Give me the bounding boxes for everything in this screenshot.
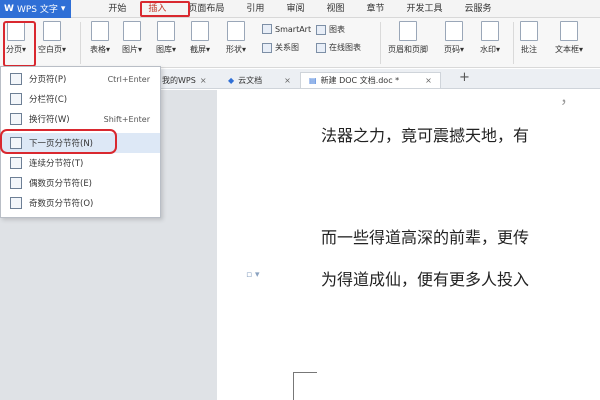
gallery-button[interactable]: 图库▾ [156, 21, 176, 55]
watermark-icon [481, 21, 499, 41]
insert-tab-highlight [140, 1, 190, 17]
screenshot-icon [191, 21, 209, 41]
paragraph-marker-icon[interactable]: ▫ ▾ [246, 270, 259, 280]
online-chart-button[interactable]: 在线图表 [316, 42, 361, 53]
even-page-section-break-icon [10, 177, 22, 189]
column-break-icon [10, 93, 22, 105]
menu-item-page-break[interactable]: 分页符(P) Ctrl+Enter [2, 69, 160, 89]
chevron-down-icon: ▾ [60, 3, 66, 14]
relation-chart-button[interactable]: 关系图 [262, 42, 299, 53]
doc-file-icon: ▤ [309, 76, 317, 85]
chart-icon [316, 24, 326, 35]
new-tab-button[interactable]: + [459, 70, 470, 85]
online-chart-icon [316, 42, 326, 53]
ribbon-toolbar: 分页▾ 空白页▾ 表格▾ 图片▾ 图库▾ 截屏▾ 形状▾ SmartArt 图表… [0, 18, 600, 68]
menu-item-even-page-section-break[interactable]: 偶数页分节符(E) [2, 173, 160, 193]
comment-button[interactable]: 批注 [520, 21, 538, 55]
ribbon-divider [380, 22, 381, 64]
tab-start[interactable]: 开始 [97, 0, 137, 18]
menu-item-line-break[interactable]: 换行符(W) Shift+Enter [2, 109, 160, 129]
document-line: 而一些得道高深的前辈，更传 [321, 228, 530, 247]
odd-page-section-break-icon [10, 197, 22, 209]
app-menu-button[interactable]: W WPS 文字 ▾ [0, 0, 72, 18]
page-number-button[interactable]: 页码▾ [444, 21, 464, 55]
gallery-icon [157, 21, 175, 41]
continuous-section-break-icon [10, 157, 22, 169]
tab-view[interactable]: 视图 [315, 0, 355, 18]
watermark-button[interactable]: 水印▾ [480, 21, 500, 55]
tab-sections[interactable]: 章节 [355, 0, 395, 18]
tab-cloud[interactable]: 云服务 [454, 0, 503, 18]
close-icon[interactable]: × [200, 76, 207, 85]
picture-icon [123, 21, 141, 41]
line-break-icon [10, 113, 22, 125]
textbox-icon [560, 21, 578, 41]
smartart-icon [262, 24, 272, 34]
shape-icon [227, 21, 245, 41]
table-icon [91, 21, 109, 41]
wps-logo-icon: W [4, 3, 14, 14]
screenshot-button[interactable]: 截屏▾ [190, 21, 210, 55]
menu-item-odd-page-section-break[interactable]: 奇数页分节符(O) [2, 193, 160, 213]
tab-review[interactable]: 审阅 [275, 0, 315, 18]
tab-cloud-docs[interactable]: ◆ 云文档 × [228, 72, 291, 88]
textbox-button[interactable]: 文本框▾ [555, 21, 583, 55]
tab-active-document[interactable]: ▤ 新建 DOC 文档.doc * × [300, 72, 441, 88]
close-icon[interactable]: × [284, 76, 291, 85]
document-line: 法器之力，竟可震撼天地，有 [321, 126, 530, 145]
table-button[interactable]: 表格▾ [90, 21, 110, 55]
document-line: 为得道成仙，便有更多人投入 [321, 270, 530, 289]
page-break-icon [10, 73, 22, 85]
next-page-section-break-highlight [0, 129, 117, 154]
page-break-highlight [3, 21, 36, 67]
tab-my-wps[interactable]: 我的WPS × [162, 72, 207, 88]
menu-bar: W WPS 文字 ▾ 开始 插入 页面布局 引用 审阅 视图 章节 开发工具 云… [0, 0, 600, 18]
comment-icon [520, 21, 538, 41]
app-name: WPS 文字 [16, 5, 58, 15]
partial-text: ， [560, 88, 577, 107]
tab-references[interactable]: 引用 [235, 0, 275, 18]
chart-button[interactable]: 图表 [316, 24, 345, 35]
ribbon-divider [80, 22, 81, 64]
cloud-icon: ◆ [228, 75, 235, 85]
menu-item-column-break[interactable]: 分栏符(C) [2, 89, 160, 109]
menu-item-continuous-section-break[interactable]: 连续分节符(T) [2, 153, 160, 173]
ribbon-divider [513, 22, 514, 64]
blank-page-button[interactable]: 空白页▾ [38, 21, 66, 55]
shape-button[interactable]: 形状▾ [226, 21, 246, 55]
header-footer-button[interactable]: 页眉和页脚 [388, 21, 428, 55]
close-icon[interactable]: × [425, 76, 432, 85]
picture-button[interactable]: 图片▾ [122, 21, 142, 55]
relation-chart-icon [262, 42, 272, 53]
page-margin-corner [293, 372, 317, 400]
smartart-button[interactable]: SmartArt [262, 24, 311, 34]
header-footer-icon [399, 21, 417, 41]
page-number-icon [445, 21, 463, 41]
blank-page-icon [43, 21, 61, 41]
tab-developer[interactable]: 开发工具 [395, 0, 453, 18]
